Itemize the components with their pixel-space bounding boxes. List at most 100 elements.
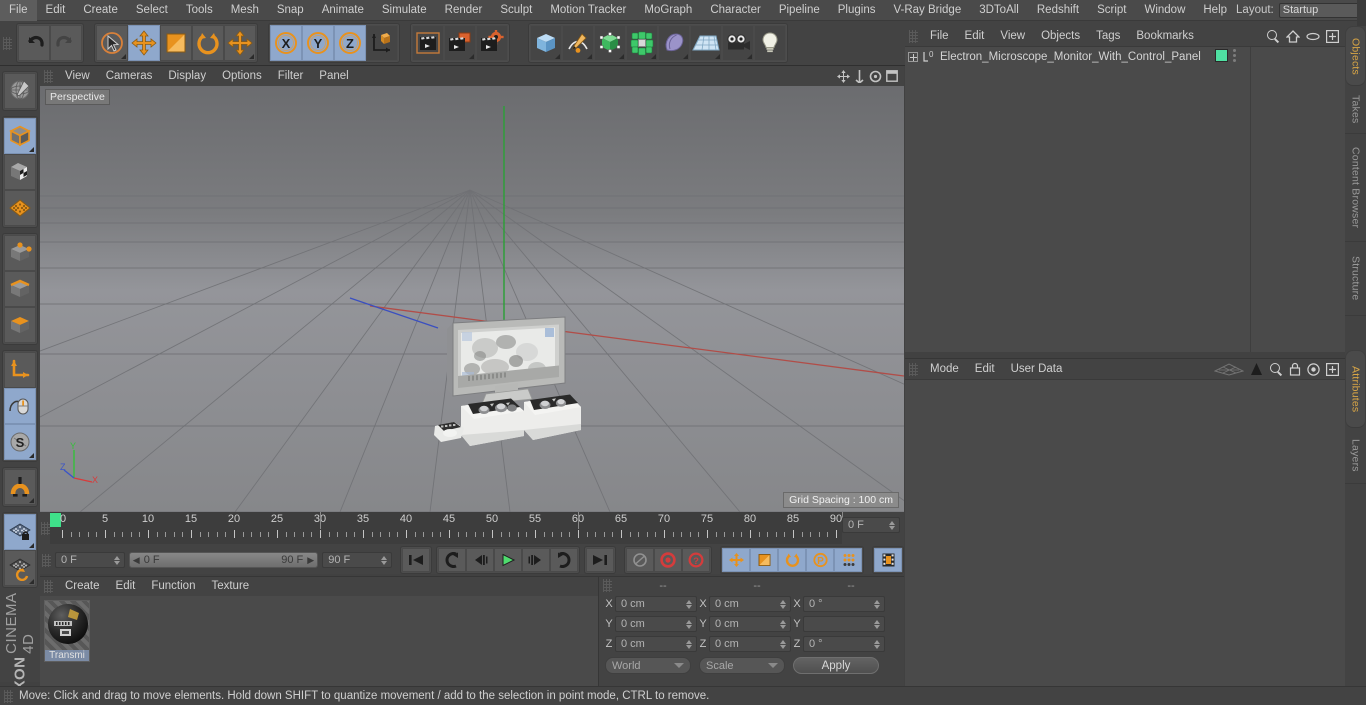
visibility-dots-icon[interactable] <box>1233 49 1236 62</box>
play-button[interactable] <box>494 548 522 572</box>
attribute-menu-mode[interactable]: Mode <box>922 359 967 379</box>
ellipse-icon[interactable] <box>1306 32 1320 41</box>
menu-help[interactable]: Help <box>1194 0 1236 21</box>
axis-lock-x-button[interactable]: X <box>270 25 302 61</box>
tool-options-corner[interactable] <box>587 54 592 59</box>
menu-script[interactable]: Script <box>1088 0 1135 21</box>
attribute-drag-handle[interactable] <box>909 362 918 376</box>
material-item[interactable]: Transmi <box>44 600 90 662</box>
spinner-icon[interactable] <box>780 599 788 609</box>
object-menu-file[interactable]: File <box>922 26 957 46</box>
menu-file[interactable]: File <box>0 0 37 21</box>
attribute-menu-edit[interactable]: Edit <box>967 359 1003 379</box>
timeline-ruler[interactable]: 051015202530354045505560657075808590 <box>50 512 843 544</box>
object-menu-edit[interactable]: Edit <box>957 26 993 46</box>
enable-snapping-button[interactable] <box>4 469 36 505</box>
material-list[interactable]: Transmi <box>40 596 598 686</box>
position-y-field[interactable]: 0 cm <box>615 616 697 632</box>
layout-dropdown[interactable]: Startup <box>1278 2 1366 18</box>
coordinate-mode-dropdown[interactable]: Scale <box>699 657 785 674</box>
workplane-lock-button[interactable] <box>4 514 36 550</box>
plus-box-icon[interactable] <box>1326 29 1339 43</box>
render-settings-button[interactable] <box>476 25 508 61</box>
workplane-rotate-button[interactable] <box>4 550 36 586</box>
window-scrollbar[interactable] <box>1357 0 1366 26</box>
grid-plane-icon[interactable] <box>1214 362 1244 376</box>
spinner-icon[interactable] <box>381 555 389 565</box>
move-tool-button[interactable] <box>128 25 160 61</box>
mograph-cloner-button[interactable] <box>626 25 658 61</box>
rotate-tool-button[interactable] <box>192 25 224 61</box>
timeline-range-slider[interactable]: ◀ 0 F 90 F ▶ <box>128 552 319 568</box>
edge-mode-button[interactable] <box>4 271 36 307</box>
autokeying-button[interactable]: ? <box>682 548 710 572</box>
world-object-coordinates-button[interactable] <box>366 25 398 61</box>
tool-options-corner[interactable] <box>29 498 34 503</box>
tool-options-corner[interactable] <box>715 54 720 59</box>
rotation-z-field[interactable]: 0 ° <box>803 636 885 652</box>
redo-button[interactable] <box>50 25 82 61</box>
spinner-icon[interactable] <box>874 639 882 649</box>
move-axis-button[interactable] <box>224 25 256 61</box>
viewport-drag-handle[interactable] <box>44 69 53 83</box>
spinner-icon[interactable] <box>780 639 788 649</box>
cube-primitive-button[interactable] <box>530 25 562 61</box>
tool-options-corner[interactable] <box>555 54 560 59</box>
menu-select[interactable]: Select <box>127 0 177 21</box>
spline-pen-button[interactable] <box>562 25 594 61</box>
menu-plugins[interactable]: Plugins <box>829 0 885 21</box>
previous-keyframe-button[interactable] <box>438 548 466 572</box>
target-icon[interactable] <box>1307 362 1320 376</box>
object-menu-bookmarks[interactable]: Bookmarks <box>1128 26 1202 46</box>
next-keyframe-button[interactable] <box>550 548 578 572</box>
axis-lock-z-button[interactable]: Z <box>334 25 366 61</box>
perspective-viewport[interactable]: Perspective Grid Spacing : 100 cm Y X Z <box>40 86 904 512</box>
dock-tab-attributes[interactable]: Attributes <box>1345 350 1366 428</box>
tool-options-corner[interactable] <box>29 453 34 458</box>
menu-vray-bridge[interactable]: V-Ray Bridge <box>884 0 970 21</box>
menu-create[interactable]: Create <box>74 0 127 21</box>
menu-animate[interactable]: Animate <box>313 0 373 21</box>
scale-key-button[interactable] <box>750 548 778 572</box>
plus-box-icon[interactable] <box>1326 362 1339 376</box>
search-icon[interactable] <box>1266 29 1280 43</box>
spinner-icon[interactable] <box>686 599 694 609</box>
tool-options-corner[interactable] <box>29 579 34 584</box>
parameter-key-button[interactable]: P <box>806 548 834 572</box>
previous-frame-button[interactable] <box>466 548 494 572</box>
spinner-icon[interactable] <box>874 599 882 609</box>
object-drag-handle[interactable] <box>909 29 918 43</box>
menu-snap[interactable]: Snap <box>268 0 313 21</box>
model-mode-button[interactable] <box>4 118 36 154</box>
spinner-icon[interactable] <box>889 520 897 530</box>
make-editable-button[interactable] <box>4 73 36 109</box>
tool-options-corner[interactable] <box>683 54 688 59</box>
axis-lock-y-button[interactable]: Y <box>302 25 334 61</box>
tool-options-corner[interactable] <box>121 54 126 59</box>
menu-redshift[interactable]: Redshift <box>1028 0 1088 21</box>
camera-button[interactable] <box>722 25 754 61</box>
face-mode-button[interactable] <box>4 307 36 343</box>
attribute-content[interactable] <box>905 379 1345 686</box>
home-icon[interactable] <box>1286 29 1300 43</box>
object-menu-objects[interactable]: Objects <box>1033 26 1088 46</box>
viewport-rotate-icon[interactable] <box>869 70 882 83</box>
undo-button[interactable] <box>18 25 50 61</box>
viewport-scale-icon[interactable] <box>854 69 865 83</box>
expand-icon[interactable] <box>908 52 918 62</box>
size-z-field[interactable]: 0 cm <box>709 636 791 652</box>
light-button[interactable] <box>754 25 786 61</box>
dock-tab-takes[interactable]: Takes <box>1345 86 1366 134</box>
keyframe-selection-button[interactable] <box>834 548 862 572</box>
dock-tab-layers[interactable]: Layers <box>1345 428 1366 484</box>
tool-options-corner[interactable] <box>619 54 624 59</box>
goto-end-button[interactable] <box>586 548 614 572</box>
next-frame-button[interactable] <box>522 548 550 572</box>
size-x-field[interactable]: 0 cm <box>709 596 791 612</box>
position-key-button[interactable] <box>722 548 750 572</box>
rotation-y-field[interactable] <box>803 616 885 632</box>
timeline-end-field[interactable]: 90 F <box>322 552 392 568</box>
object-tree[interactable]: 0 Electron_Microscope_Monitor_With_Contr… <box>905 46 1345 352</box>
material-menu-texture[interactable]: Texture <box>203 577 257 596</box>
timeline-drag-handle[interactable] <box>41 522 50 535</box>
